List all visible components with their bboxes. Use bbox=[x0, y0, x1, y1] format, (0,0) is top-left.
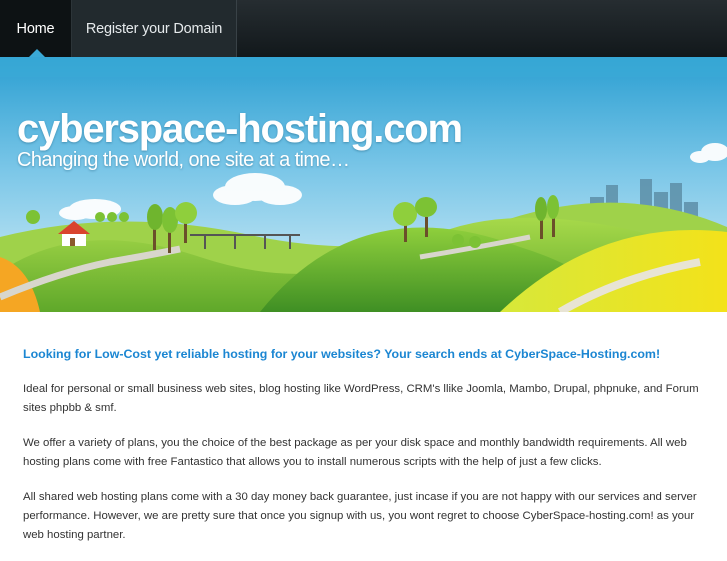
active-nav-indicator bbox=[29, 49, 45, 57]
site-tagline: Changing the world, one site at a time… bbox=[17, 149, 350, 171]
landscape-illustration bbox=[0, 57, 727, 312]
site-title: cyberspace-hosting.com bbox=[17, 107, 463, 151]
main-content: Looking for Low-Cost yet reliable hostin… bbox=[23, 345, 709, 561]
content-headline: Looking for Low-Cost yet reliable hostin… bbox=[23, 347, 661, 361]
intro-paragraph: Ideal for personal or small business web… bbox=[23, 383, 699, 414]
nav-register-domain-link[interactable]: Register your Domain bbox=[72, 0, 237, 57]
plans-paragraph: We offer a variety of plans, you the cho… bbox=[23, 437, 687, 468]
guarantee-paragraph: All shared web hosting plans come with a… bbox=[23, 491, 697, 541]
hero-banner: cyberspace-hosting.com Changing the worl… bbox=[0, 57, 727, 312]
top-nav: Home Register your Domain bbox=[0, 0, 727, 57]
